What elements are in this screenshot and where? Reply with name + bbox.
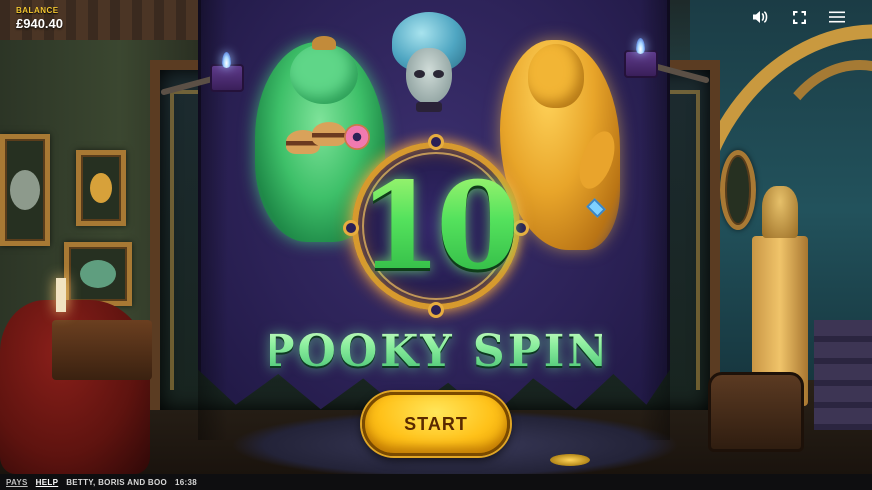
candle-holder	[210, 64, 244, 92]
betty-choker	[416, 102, 442, 112]
leather-bag	[708, 372, 804, 452]
menu-icon[interactable]	[828, 8, 846, 26]
clock: 16:38	[175, 477, 198, 487]
candle-lamp	[56, 278, 66, 312]
side-table	[52, 320, 152, 380]
boo-head	[528, 44, 584, 108]
start-button[interactable]: START	[362, 392, 510, 456]
portrait-face	[90, 173, 112, 203]
portrait-face	[10, 170, 40, 210]
boris-hat	[312, 36, 336, 50]
gargoyle-statue	[762, 186, 798, 238]
balance-display: BALANCE £940.40	[16, 6, 63, 31]
game-name: BETTY, BORIS AND BOO	[66, 477, 168, 487]
coins-pile	[550, 454, 590, 466]
fullscreen-icon[interactable]	[790, 8, 808, 26]
portrait-face	[80, 260, 116, 288]
betty-face	[406, 48, 452, 104]
flame-icon	[636, 38, 645, 54]
footer-bar: PAYS HELP BETTY, BORIS AND BOO 16:38	[0, 474, 872, 490]
help-link[interactable]: HELP	[36, 478, 59, 487]
betty-ghost	[392, 12, 466, 122]
candle-holder	[624, 50, 658, 78]
portrait-frame-gold-ghost	[76, 150, 126, 226]
portrait-frame-lady	[0, 134, 50, 246]
oval-mirror	[720, 150, 756, 230]
betty-eye	[433, 70, 444, 78]
feature-title: SPOOKY SPINS	[227, 318, 643, 384]
boris-head	[290, 44, 358, 104]
sound-icon[interactable]	[751, 8, 769, 26]
free-spins-count: 10	[352, 144, 520, 310]
flame-icon	[222, 52, 231, 68]
burger-icon	[312, 122, 346, 146]
balance-value: £940.40	[16, 16, 63, 31]
candle-right	[624, 38, 658, 78]
portrait-frame-green-ghost	[64, 242, 132, 306]
pays-link[interactable]: PAYS	[6, 478, 28, 487]
balance-label: BALANCE	[16, 6, 59, 15]
game-stage: 10 SPOOKY SPINS START BALANCE £940.40	[0, 0, 872, 474]
start-button-label: START	[404, 413, 468, 434]
candle-left	[210, 52, 244, 92]
betty-eye	[414, 70, 425, 78]
stairs	[814, 320, 872, 430]
